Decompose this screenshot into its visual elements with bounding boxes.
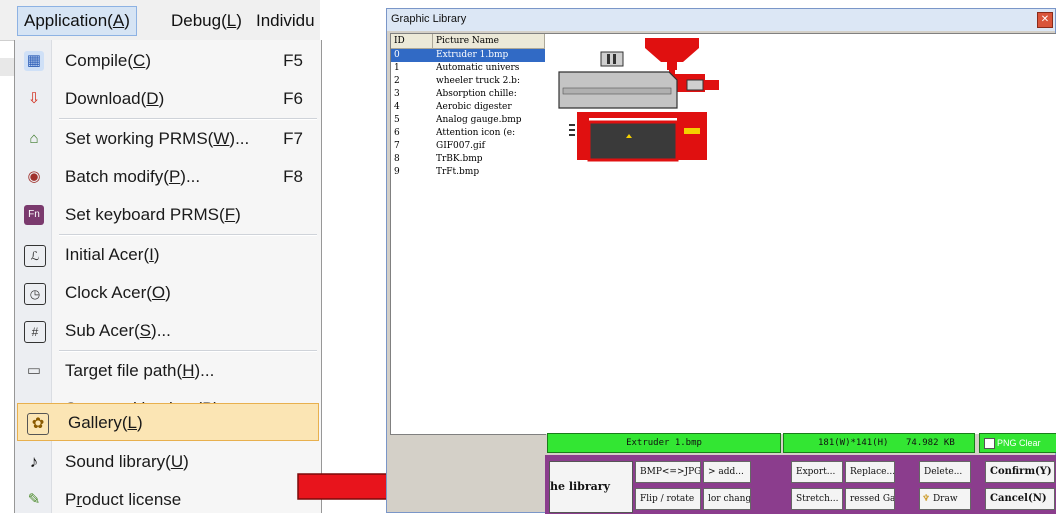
replace-button[interactable]: Replace... bbox=[845, 461, 895, 483]
gallery-icon: ✿ bbox=[27, 413, 49, 435]
license-icon: ✎ bbox=[27, 491, 41, 508]
draw-button[interactable]: ♆ Draw bbox=[919, 488, 971, 510]
png-clear-toggle[interactable]: PNG Clear bbox=[979, 433, 1056, 453]
drive-icon: ▭ bbox=[26, 362, 42, 379]
menu-item-clock-acer[interactable]: ◷ Clock Acer(O) bbox=[15, 274, 321, 312]
menu-item-set-keyboard-prms[interactable]: Fn Set keyboard PRMS(F) bbox=[15, 196, 321, 234]
window-title: Graphic Library bbox=[391, 13, 467, 25]
status-dimensions-text: 181(W)*141(H) bbox=[818, 438, 889, 448]
menu-application[interactable]: Application(A) bbox=[17, 6, 137, 36]
menu-item-compile[interactable]: ▦ Compile(C) F5 bbox=[15, 42, 321, 80]
graphic-library-window: Graphic Library ✕ ID Picture Name 0 Extru… bbox=[386, 8, 1056, 514]
menu-item-gallery[interactable]: ✿ Gallery(L) bbox=[17, 403, 319, 441]
cancel-button[interactable]: Cancel(N) bbox=[985, 488, 1055, 510]
image-preview bbox=[545, 33, 1056, 434]
menu-item-product-license[interactable]: ✎ Product license bbox=[15, 481, 321, 519]
column-header-id[interactable]: ID bbox=[391, 34, 433, 48]
column-header-picture-name[interactable]: Picture Name bbox=[433, 34, 545, 48]
sub-acer-icon: # bbox=[24, 321, 46, 343]
menu-item-initial-acer[interactable]: ℒ Initial Acer(I) bbox=[15, 236, 321, 274]
list-item[interactable]: 9 TrFt.bmp bbox=[391, 166, 545, 179]
status-bar: Extruder 1.bmp 181(W)*141(H) 74.982 KB P… bbox=[547, 433, 1056, 453]
library-button[interactable]: he library bbox=[549, 461, 633, 513]
compile-icon: ▦ bbox=[24, 51, 44, 71]
menu-application-key: (A) bbox=[107, 11, 130, 30]
color-change-button[interactable]: lor change bbox=[703, 488, 751, 510]
list-item[interactable]: 8 TrBK.bmp bbox=[391, 153, 545, 166]
menu-item-target-file-path[interactable]: ▭ Target file path(H)... bbox=[15, 352, 321, 390]
music-note-icon: ♪ bbox=[29, 452, 39, 471]
window-titlebar: Graphic Library ✕ bbox=[387, 9, 1055, 31]
png-clear-label: PNG Clear bbox=[997, 438, 1041, 448]
application-dropdown-menu: ▦ Compile(C) F5 ⇩ Download(D) F6 ⌂ Set w… bbox=[14, 40, 322, 513]
flip-rotate-button[interactable]: Flip / rotate bbox=[635, 488, 701, 510]
stretch-button[interactable]: Stretch... bbox=[791, 488, 843, 510]
keyboard-fn-icon: Fn bbox=[24, 205, 44, 225]
list-item[interactable]: 3 Absorption chille: bbox=[391, 88, 545, 101]
draw-icon: ♆ bbox=[922, 494, 931, 504]
download-icon: ⇩ bbox=[27, 90, 41, 107]
confirm-button[interactable]: Confirm(Y) bbox=[985, 461, 1055, 483]
menu-item-download[interactable]: ⇩ Download(D) F6 bbox=[15, 80, 321, 118]
list-item[interactable]: 4 Aerobic digester bbox=[391, 101, 545, 114]
library-toolbar: he library BMP<=>JPG ... > add... Export… bbox=[545, 455, 1056, 514]
menu-item-sound-library[interactable]: ♪ Sound library(U) bbox=[15, 443, 321, 481]
menu-debug[interactable]: Debug(L) bbox=[171, 11, 242, 31]
png-clear-checkbox[interactable] bbox=[984, 438, 995, 449]
list-item[interactable]: 0 Extruder 1.bmp bbox=[391, 49, 545, 62]
batch-modify-icon: ◉ bbox=[27, 168, 41, 185]
list-item[interactable]: 5 Analog gauge.bmp bbox=[391, 114, 545, 127]
clock-acer-icon: ◷ bbox=[24, 283, 46, 305]
export-button[interactable]: Export... bbox=[791, 461, 843, 483]
compressed-gallery-button[interactable]: ressed Gal bbox=[845, 488, 895, 510]
bmp-jpg-button[interactable]: BMP<=>JPG ... bbox=[635, 461, 701, 483]
list-item[interactable]: 7 GIF007.gif bbox=[391, 140, 545, 153]
menu-item-sub-acer[interactable]: # Sub Acer(S)... bbox=[15, 312, 321, 350]
list-item[interactable]: 2 wheeler truck 2.b: bbox=[391, 75, 545, 88]
background-window-fragment bbox=[0, 58, 14, 76]
house-icon: ⌂ bbox=[29, 130, 39, 147]
delete-button[interactable]: Delete... bbox=[919, 461, 971, 483]
list-header: ID Picture Name bbox=[391, 34, 545, 49]
list-item[interactable]: 6 Attention icon (e: bbox=[391, 127, 545, 140]
close-icon[interactable]: ✕ bbox=[1037, 12, 1053, 28]
extruder-preview-image bbox=[558, 38, 719, 162]
status-dimensions: 181(W)*141(H) 74.982 KB bbox=[783, 433, 975, 453]
menu-item-set-working-prms[interactable]: ⌂ Set working PRMS(W)... F7 bbox=[15, 120, 321, 158]
list-item[interactable]: 1 Automatic univers bbox=[391, 62, 545, 75]
menu-bar: Application(A) Debug(L) Individu bbox=[0, 0, 320, 41]
menu-item-batch-modify[interactable]: ◉ Batch modify(P)... F8 bbox=[15, 158, 321, 196]
status-filesize: 74.982 KB bbox=[906, 438, 955, 448]
status-filename: Extruder 1.bmp bbox=[547, 433, 781, 453]
add-button[interactable]: > add... bbox=[703, 461, 751, 483]
picture-list: ID Picture Name 0 Extruder 1.bmp 1 Automat… bbox=[390, 33, 546, 435]
initial-acer-icon: ℒ bbox=[24, 245, 46, 267]
menu-individual[interactable]: Individu bbox=[256, 11, 315, 31]
